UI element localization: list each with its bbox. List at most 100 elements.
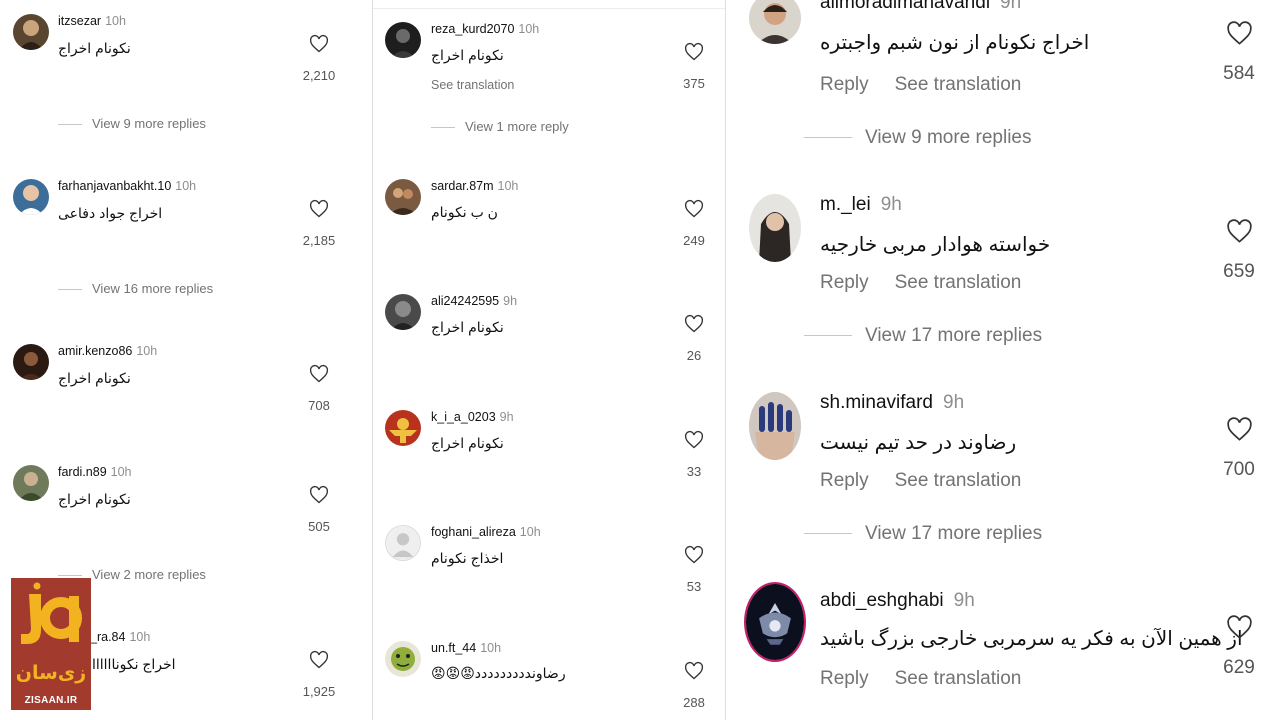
- view-replies-link[interactable]: View 17 more replies: [804, 325, 1042, 347]
- see-translation-link[interactable]: See translation: [895, 74, 1022, 95]
- zisaan-watermark-logo: زی‌سان ZISAAN.IR: [11, 578, 91, 710]
- like-count: 375: [683, 76, 705, 91]
- avatar[interactable]: [385, 294, 421, 330]
- like-control: 629: [1216, 614, 1262, 679]
- like-control: 53: [674, 545, 714, 594]
- like-count: 584: [1223, 63, 1255, 84]
- avatar[interactable]: [13, 344, 49, 380]
- replies-divider: [58, 575, 82, 577]
- avatar[interactable]: [749, 194, 801, 262]
- see-translation-link[interactable]: See translation: [895, 272, 1022, 293]
- heart-icon[interactable]: [684, 199, 704, 219]
- heart-icon[interactable]: [684, 314, 704, 334]
- replies-divider: [431, 127, 455, 129]
- comment-username[interactable]: amir.kenzo86 10h: [58, 344, 157, 358]
- comment-actions: Reply See translation: [820, 470, 1047, 492]
- comment-time: 10h: [105, 14, 126, 28]
- view-replies-link[interactable]: View 9 more replies: [58, 116, 206, 131]
- comment-text: نکونام اخراج: [58, 370, 131, 386]
- reply-link[interactable]: Reply: [820, 74, 869, 95]
- view-replies-link[interactable]: View 16 more replies: [58, 281, 213, 296]
- like-count: 1,925: [302, 684, 336, 699]
- avatar[interactable]: [744, 582, 806, 662]
- comment-username[interactable]: m._lei 9h: [820, 194, 902, 216]
- comment-username[interactable]: sardar.87m 10h: [431, 179, 518, 193]
- heart-icon[interactable]: [309, 199, 329, 219]
- comment-time: 9h: [1000, 0, 1022, 13]
- heart-icon[interactable]: [684, 661, 704, 681]
- comment-username[interactable]: abdi_eshghabi 9h: [820, 590, 975, 612]
- like-control: 708: [299, 364, 339, 413]
- comment-username[interactable]: un.ft_44 10h: [431, 641, 501, 655]
- comment-username[interactable]: itzsezar 10h: [58, 14, 126, 28]
- reply-link[interactable]: Reply: [820, 668, 869, 689]
- zisaan-logo-icon: [11, 578, 91, 660]
- avatar[interactable]: [385, 525, 421, 561]
- avatar[interactable]: [749, 0, 801, 44]
- see-translation-link[interactable]: See translation: [895, 470, 1022, 491]
- comments-panel-right: alimoradimahavandi 9h اخراج نکونام از نون…: [726, 0, 1280, 720]
- comment-username[interactable]: alimoradimahavandi 9h: [820, 0, 1021, 14]
- like-control: 33: [674, 430, 714, 479]
- view-replies-link[interactable]: View 1 more reply: [431, 119, 569, 134]
- heart-icon[interactable]: [1226, 218, 1253, 245]
- like-control: 249: [674, 199, 714, 248]
- avatar[interactable]: [385, 641, 421, 677]
- heart-icon[interactable]: [1226, 416, 1253, 443]
- like-control: 2,185: [299, 199, 339, 248]
- comment-actions: Reply See translation: [820, 74, 1047, 96]
- avatar[interactable]: [385, 179, 421, 215]
- avatar[interactable]: [13, 14, 49, 50]
- heart-icon[interactable]: [684, 430, 704, 450]
- heart-icon[interactable]: [309, 485, 329, 505]
- comment-text: از همین الآن به فکر یه سرمربی خارجی بزرگ…: [820, 628, 1243, 650]
- avatar[interactable]: [13, 465, 49, 501]
- heart-icon[interactable]: [309, 364, 329, 384]
- screenshot-collage: itzsezar 10h نکونام اخراج 2,210 View 9 mo…: [0, 0, 1280, 720]
- comment-text: اخذاج نکونام: [431, 550, 504, 566]
- avatar[interactable]: [385, 410, 421, 446]
- avatar[interactable]: [13, 179, 49, 215]
- comment-time: 9h: [499, 410, 514, 424]
- see-translation-link[interactable]: See translation: [431, 78, 514, 92]
- avatar[interactable]: [385, 22, 421, 58]
- like-count: 288: [683, 695, 705, 710]
- comment-username[interactable]: foghani_alireza 10h: [431, 525, 541, 539]
- reply-link[interactable]: Reply: [820, 272, 869, 293]
- top-divider: [373, 8, 725, 9]
- comment-username[interactable]: sh.minavifard 9h: [820, 392, 964, 414]
- logo-site-text: ZISAAN.IR: [24, 695, 78, 706]
- view-replies-link[interactable]: View 9 more replies: [804, 127, 1032, 149]
- comment-username[interactable]: ali24242595 9h: [431, 294, 517, 308]
- like-control: 2,210: [299, 34, 339, 83]
- comment-time: 10h: [129, 630, 151, 644]
- comment-username[interactable]: _ra.84 10h: [90, 630, 150, 644]
- comment-time: 10h: [480, 641, 502, 655]
- like-count: 33: [686, 464, 702, 479]
- heart-icon[interactable]: [309, 650, 329, 670]
- like-count: 505: [308, 519, 330, 534]
- like-count: 26: [686, 348, 702, 363]
- comment-username[interactable]: farhanjavanbakht.10 10h: [58, 179, 196, 193]
- heart-icon[interactable]: [684, 42, 704, 62]
- comment-actions: Reply See translation: [820, 272, 1047, 294]
- view-replies-link[interactable]: View 17 more replies: [804, 523, 1042, 545]
- like-control: 700: [1216, 416, 1262, 481]
- comment-text: اخراج نکوناااااا: [92, 656, 176, 672]
- comment-text: اخراج جواد دفاعی: [58, 205, 163, 221]
- like-control: 26: [674, 314, 714, 363]
- comment-username[interactable]: reza_kurd2070 10h: [431, 22, 539, 36]
- like-control: 1,925: [299, 650, 339, 699]
- comment-username[interactable]: k_i_a_0203 9h: [431, 410, 514, 424]
- heart-icon[interactable]: [1226, 20, 1253, 47]
- comment-text: رضاونددددددددد😡😡😡: [431, 665, 566, 681]
- heart-icon[interactable]: [1226, 614, 1253, 641]
- reply-link[interactable]: Reply: [820, 470, 869, 491]
- heart-icon[interactable]: [684, 545, 704, 565]
- heart-icon[interactable]: [309, 34, 329, 54]
- comment-text: نکونام اخراج: [431, 47, 504, 63]
- comment-username[interactable]: fardi.n89 10h: [58, 465, 132, 479]
- comment-text: اخراج نکونام از نون شبم واجبتره: [820, 32, 1090, 54]
- see-translation-link[interactable]: See translation: [895, 668, 1022, 689]
- avatar[interactable]: [749, 392, 801, 460]
